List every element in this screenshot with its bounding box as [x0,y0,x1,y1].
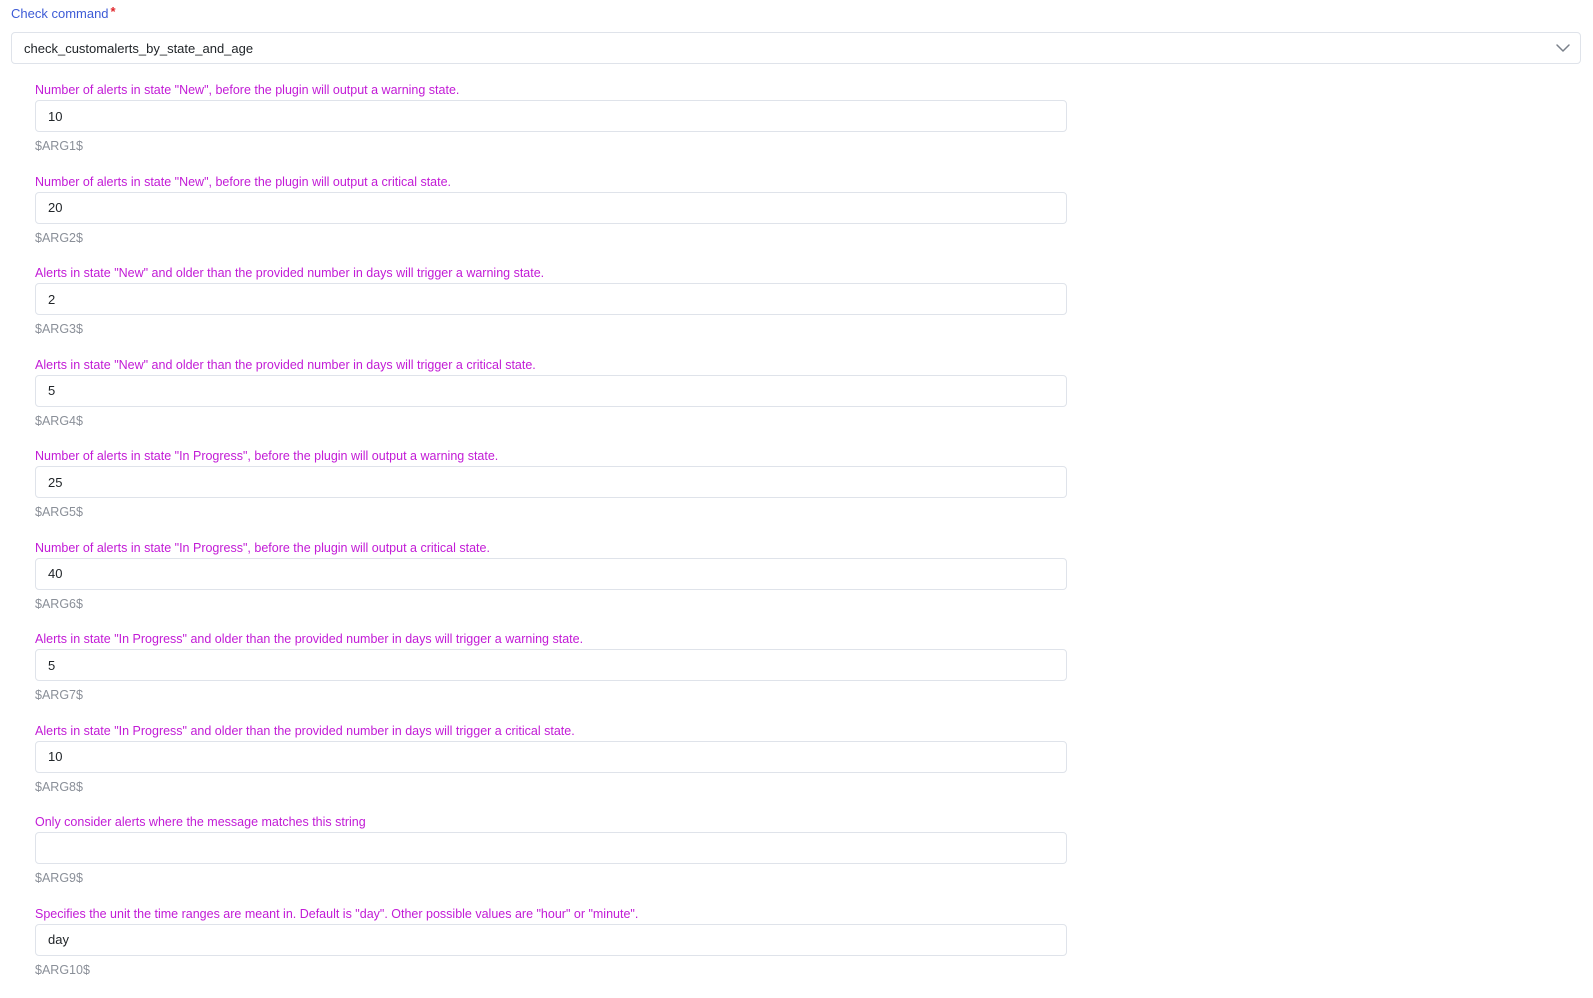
required-marker: * [111,4,116,19]
check-command-label-text: Check command [11,6,109,21]
argument-macro-hint: $ARG5$ [35,505,83,519]
argument-input[interactable] [35,466,1067,498]
chevron-down-icon[interactable] [1554,39,1572,57]
argument-macro-hint: $ARG7$ [35,688,83,702]
argument-field: Number of alerts in state "In Progress",… [35,449,1067,541]
argument-input[interactable] [35,924,1067,956]
argument-label: Only consider alerts where the message m… [35,815,366,829]
argument-macro-hint: $ARG6$ [35,597,83,611]
argument-macro-hint: $ARG4$ [35,414,83,428]
argument-input[interactable] [35,558,1067,590]
argument-field: Alerts in state "New" and older than the… [35,266,1067,358]
argument-macro-hint: $ARG9$ [35,871,83,885]
argument-label: Number of alerts in state "New", before … [35,175,451,189]
check-command-select[interactable]: check_customalerts_by_state_and_age [11,32,1581,64]
check-command-label: Check command* [11,6,116,21]
argument-macro-hint: $ARG3$ [35,322,83,336]
check-command-value: check_customalerts_by_state_and_age [24,41,253,56]
argument-field: Alerts in state "In Progress" and older … [35,724,1067,816]
argument-label: Number of alerts in state "New", before … [35,83,459,97]
argument-label: Number of alerts in state "In Progress",… [35,541,490,555]
argument-input[interactable] [35,741,1067,773]
argument-input[interactable] [35,832,1067,864]
argument-field: Number of alerts in state "New", before … [35,83,1067,175]
argument-label: Specifies the unit the time ranges are m… [35,907,638,921]
argument-macro-hint: $ARG10$ [35,963,90,977]
argument-macro-hint: $ARG2$ [35,231,83,245]
argument-field: Only consider alerts where the message m… [35,815,1067,907]
argument-macro-hint: $ARG8$ [35,780,83,794]
argument-label: Number of alerts in state "In Progress",… [35,449,498,463]
argument-macro-hint: $ARG1$ [35,139,83,153]
argument-input[interactable] [35,375,1067,407]
argument-field: Number of alerts in state "In Progress",… [35,541,1067,633]
argument-field: Specifies the unit the time ranges are m… [35,907,1067,998]
argument-input[interactable] [35,192,1067,224]
argument-label: Alerts in state "New" and older than the… [35,266,544,280]
argument-input[interactable] [35,283,1067,315]
argument-label: Alerts in state "In Progress" and older … [35,724,575,738]
argument-field: Alerts in state "In Progress" and older … [35,632,1067,724]
argument-field: Number of alerts in state "New", before … [35,175,1067,267]
argument-field: Alerts in state "New" and older than the… [35,358,1067,450]
argument-input[interactable] [35,100,1067,132]
arguments-list: Number of alerts in state "New", before … [35,83,1067,998]
argument-label: Alerts in state "New" and older than the… [35,358,536,372]
argument-input[interactable] [35,649,1067,681]
argument-label: Alerts in state "In Progress" and older … [35,632,583,646]
